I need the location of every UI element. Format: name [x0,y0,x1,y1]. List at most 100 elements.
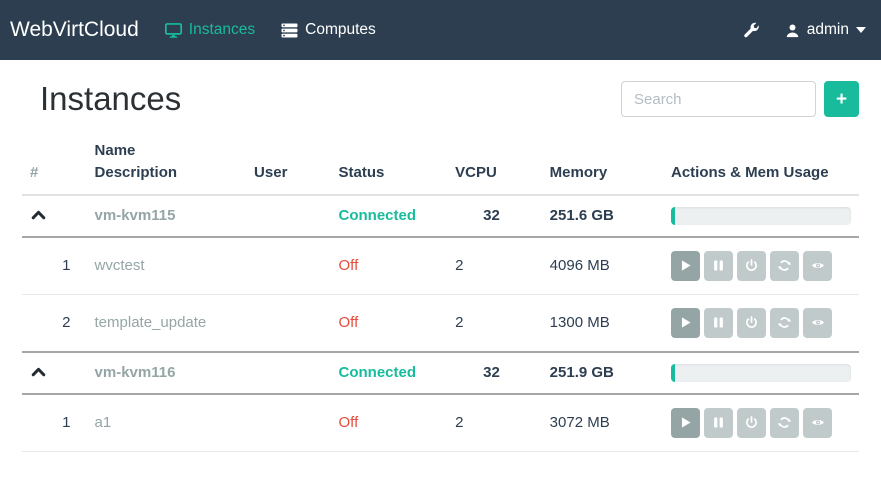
play-button[interactable] [671,408,700,438]
name-cell: template_update [87,294,247,352]
instance-row: 1 a1 Off23072 MB [22,394,859,452]
instance-name-link[interactable]: template_update [95,314,207,331]
eye-button [803,308,832,338]
instances-table-wrap: # Name Description User Status VCPU Memo… [0,118,881,452]
play-button[interactable] [671,251,700,281]
pause-button [704,308,733,338]
page-header: Instances + [0,60,881,118]
instance-index: 1 [22,394,87,452]
play-icon [679,316,692,329]
mem-usage-cell [663,195,859,237]
vcpu-cell: 2 [447,237,542,295]
host-name-link[interactable]: vm-kvm115 [95,207,176,224]
play-icon [679,259,692,272]
toolbar: + [621,81,859,117]
header-status: Status [331,134,448,195]
refresh-icon [778,316,791,329]
actions-cell [663,294,859,352]
add-instance-button[interactable]: + [824,81,859,117]
header-actions: Actions & Mem Usage [663,134,859,195]
index-cell [22,352,87,394]
actions-cell [663,394,859,452]
mem-usage-bar [671,207,851,225]
play-button[interactable] [671,308,700,338]
index-cell [22,195,87,237]
eye-button [803,251,832,281]
header-memory: Memory [542,134,663,195]
vcpu-cell: 2 [447,294,542,352]
refresh-button [770,308,799,338]
refresh-button [770,251,799,281]
status-badge: Off [339,257,359,274]
eye-icon [811,316,825,329]
vcpu-cell: 32 [447,352,542,394]
user-cell [246,394,330,452]
plus-icon: + [836,89,847,110]
power-button [737,251,766,281]
nav-item-instances[interactable]: Instances [165,21,255,39]
header-vcpu: VCPU [447,134,542,195]
caret-down-icon [856,27,866,33]
brand[interactable]: WebVirtCloud [10,18,139,42]
user-cell [246,294,330,352]
nav-item-computes[interactable]: Computes [281,21,376,39]
memory-cell: 4096 MB [542,237,663,295]
power-icon [745,316,758,329]
host-name-link[interactable]: vm-kvm116 [95,364,176,381]
user-cell [246,195,330,237]
wrench-icon[interactable] [743,22,760,39]
pause-icon [712,259,725,272]
name-cell: a1 [87,394,247,452]
instance-row: 2template_updateOff21300 MB [22,294,859,352]
header-index: # [22,134,87,195]
user-cell [246,237,330,295]
mem-usage-bar-fill [671,364,675,382]
instance-index: 1 [22,237,87,295]
table-header-row: # Name Description User Status VCPU Memo… [22,134,859,195]
status-cell: Off [331,294,448,352]
status-cell: Off [331,394,448,452]
instance-actions [671,408,851,438]
collapse-toggle-chevron-up-icon[interactable] [30,366,46,377]
mem-usage-cell [663,352,859,394]
power-icon [745,416,758,429]
power-button [737,308,766,338]
memory-cell: 3072 MB [542,394,663,452]
status-cell: Connected [331,195,448,237]
status-badge: Connected [339,207,417,224]
name-cell: vm-kvm115 [87,195,247,237]
instance-name-link[interactable]: a1 [95,414,112,431]
instance-actions [671,308,851,338]
vcpu-cell: 32 [447,195,542,237]
memory-cell: 251.6 GB [542,195,663,237]
collapse-toggle-chevron-up-icon[interactable] [30,209,46,220]
user-cell [246,352,330,394]
desktop-icon [165,23,182,38]
instance-index: 2 [22,294,87,352]
user-menu[interactable]: admin [785,21,866,39]
eye-icon [811,416,825,429]
nav-item-label: Computes [305,21,376,39]
status-cell: Off [331,237,448,295]
pause-button [704,408,733,438]
header-user: User [246,134,330,195]
mem-usage-bar-fill [671,207,675,225]
username-label: admin [807,21,849,39]
navbar-right: admin [743,21,866,39]
name-cell: vm-kvm116 [87,352,247,394]
refresh-button [770,408,799,438]
host-row: vm-kvm116Connected32251.9 GB [22,352,859,394]
power-button [737,408,766,438]
instance-row: 1 wvctest Off 24096 MB [22,237,859,295]
vcpu-cell: 2 [447,394,542,452]
host-row: vm-kvm115 Connected 32251.6 GB [22,195,859,237]
user-icon [785,23,800,38]
status-badge: Connected [339,364,417,381]
instance-name-link[interactable]: wvctest [95,257,145,274]
play-icon [679,416,692,429]
nav-item-label: Instances [189,21,255,39]
search-input[interactable] [621,81,816,117]
header-name: Name Description [87,134,247,195]
instances-table: # Name Description User Status VCPU Memo… [22,134,859,452]
name-cell: wvctest [87,237,247,295]
